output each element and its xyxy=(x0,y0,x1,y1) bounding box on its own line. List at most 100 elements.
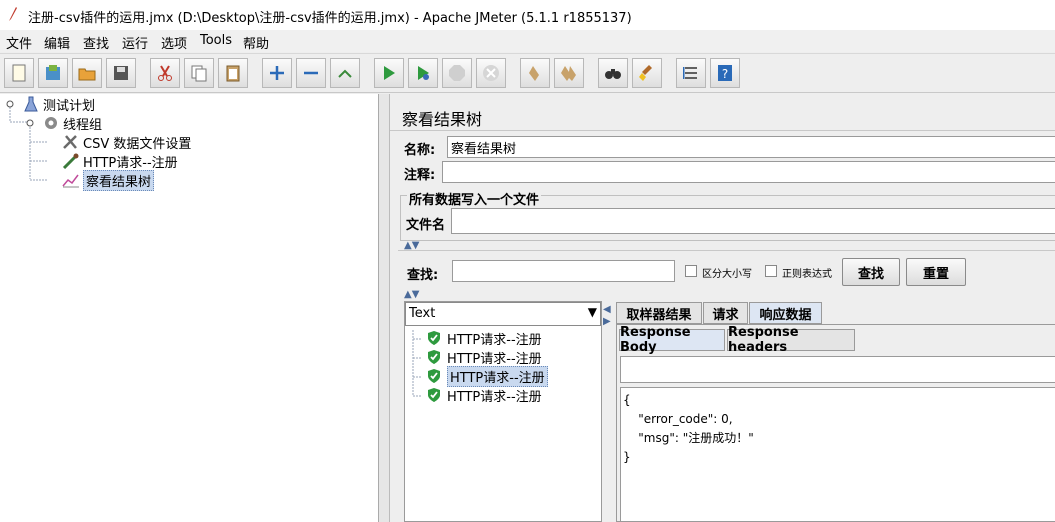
pipette-icon xyxy=(62,153,79,169)
menu-help[interactable]: 帮助 xyxy=(243,33,269,52)
result-item-label: HTTP请求--注册 xyxy=(447,332,542,348)
clear-all-icon xyxy=(561,66,576,81)
result-item[interactable]: HTTP请求--注册 xyxy=(426,348,542,367)
renderer-value: Text xyxy=(409,306,436,321)
save-button[interactable] xyxy=(106,58,136,88)
search-input[interactable] xyxy=(452,260,675,282)
clear-all-button[interactable] xyxy=(554,58,584,88)
view-results-tree-panel: 察看结果树 名称: 察看结果树 注释: 所有数据写入一个文件 文件名 ▲▼ 查找… xyxy=(389,94,1055,522)
result-item-label: HTTP请求--注册 xyxy=(447,389,542,405)
split-divider[interactable] xyxy=(379,94,389,522)
shutdown-button[interactable] xyxy=(476,58,506,88)
menu-options[interactable]: 选项 xyxy=(161,33,187,52)
search-button[interactable] xyxy=(598,58,628,88)
result-item[interactable]: HTTP请求--注册 xyxy=(426,365,548,387)
new-button[interactable] xyxy=(4,58,34,88)
response-line: } xyxy=(623,450,631,464)
function-helper-button[interactable] xyxy=(676,58,706,88)
gear-icon xyxy=(45,117,57,129)
shutdown-icon xyxy=(483,65,499,81)
expand-icon xyxy=(270,66,284,80)
menu-bar: 文件 编辑 查找 运行 选项 Tools 帮助 xyxy=(0,30,1055,52)
regex-label: 正则表达式 xyxy=(782,269,832,280)
menu-edit[interactable]: 编辑 xyxy=(44,33,70,52)
file-group-title: 所有数据写入一个文件 xyxy=(407,189,542,208)
svg-text:?: ? xyxy=(722,67,728,81)
save-icon xyxy=(114,66,128,80)
response-line: { xyxy=(623,393,631,407)
function-helper-icon xyxy=(683,67,697,79)
tab-request[interactable]: 请求 xyxy=(703,302,748,324)
case-sensitive-checkbox[interactable] xyxy=(685,265,697,277)
search-label: 查找: xyxy=(407,268,439,283)
filename-field[interactable] xyxy=(451,208,1055,234)
stop-icon xyxy=(449,65,465,81)
menu-tools[interactable]: Tools xyxy=(200,33,232,48)
success-shield-icon xyxy=(428,369,440,383)
find-button[interactable]: 查找 xyxy=(842,258,900,286)
title-bar: 注册-csv插件的运用.jmx (D:\Desktop\注册-csv插件的运用.… xyxy=(0,0,1055,30)
success-shield-icon xyxy=(428,350,440,364)
graph-icon xyxy=(62,174,79,188)
clear-button[interactable] xyxy=(520,58,550,88)
tools-icon xyxy=(63,135,77,149)
tree-item-view-results-tree[interactable]: 察看结果树 xyxy=(62,169,155,191)
reset-search-icon xyxy=(639,65,652,81)
response-search-field[interactable] xyxy=(620,356,1055,383)
menu-run[interactable]: 运行 xyxy=(122,33,148,52)
reset-search-button[interactable] xyxy=(632,58,662,88)
result-item[interactable]: HTTP请求--注册 xyxy=(426,329,542,348)
tree-item-http-request[interactable]: HTTP请求--注册 xyxy=(62,152,178,171)
toolbar: ? xyxy=(0,53,1055,93)
stop-button[interactable] xyxy=(442,58,472,88)
name-label: 名称: xyxy=(404,143,436,158)
reset-button[interactable]: 重置 xyxy=(906,258,966,286)
regex-checkbox[interactable] xyxy=(765,265,777,277)
tree-item-label: CSV 数据文件设置 xyxy=(83,136,192,152)
clear-icon xyxy=(529,66,539,81)
response-body-text[interactable]: { "error_code": 0, "msg": "注册成功！"} xyxy=(620,387,1055,522)
jmeter-feather-icon xyxy=(9,7,17,21)
tab-response-data[interactable]: 响应数据 xyxy=(749,302,822,324)
flask-icon xyxy=(24,96,38,112)
split-arrows-3[interactable]: ◀ ▶ xyxy=(603,304,611,328)
tree-item-thread-group[interactable]: 线程组 xyxy=(42,114,103,133)
comment-field[interactable] xyxy=(442,161,1055,183)
subtab-response-headers[interactable]: Response headers xyxy=(727,325,855,355)
collapse-button[interactable] xyxy=(296,58,326,88)
response-line: "msg": "注册成功！" xyxy=(623,431,754,445)
start-button[interactable] xyxy=(374,58,404,88)
open-icon xyxy=(78,68,96,81)
help-icon: ? xyxy=(718,65,732,81)
help-button[interactable]: ? xyxy=(710,58,740,88)
tree-item-csv-config[interactable]: CSV 数据文件设置 xyxy=(62,133,192,152)
start-icon xyxy=(384,66,395,80)
copy-button[interactable] xyxy=(184,58,214,88)
tree-item-label: 线程组 xyxy=(63,117,103,133)
name-field[interactable]: 察看结果树 xyxy=(447,136,1055,158)
start-no-pause-button[interactable] xyxy=(408,58,438,88)
open-button[interactable] xyxy=(72,58,102,88)
templates-icon xyxy=(46,65,60,80)
cut-button[interactable] xyxy=(150,58,180,88)
tree-item-test-plan[interactable]: 测试计划 xyxy=(22,95,95,114)
divider-line xyxy=(398,250,1055,251)
subtab-response-body[interactable]: Response Body xyxy=(619,325,725,355)
success-shield-icon xyxy=(428,331,440,345)
toggle-button[interactable] xyxy=(330,58,360,88)
new-icon xyxy=(12,64,26,82)
chevron-down-icon: ▼ xyxy=(587,305,597,319)
result-item[interactable]: HTTP请求--注册 xyxy=(426,386,542,405)
window-title: 注册-csv插件的运用.jmx (D:\Desktop\注册-csv插件的运用.… xyxy=(28,11,632,26)
success-shield-icon xyxy=(428,388,440,402)
result-item-label: HTTP请求--注册 xyxy=(447,365,548,387)
copy-icon xyxy=(191,65,207,82)
expand-button[interactable] xyxy=(262,58,292,88)
menu-file[interactable]: 文件 xyxy=(6,33,32,52)
renderer-select[interactable]: Text ▼ xyxy=(405,302,601,326)
templates-button[interactable] xyxy=(38,58,68,88)
paste-button[interactable] xyxy=(218,58,248,88)
tab-sampler-result[interactable]: 取样器结果 xyxy=(616,302,702,324)
split-arrows-2[interactable]: ▲▼ xyxy=(404,289,419,300)
menu-search[interactable]: 查找 xyxy=(83,33,109,52)
